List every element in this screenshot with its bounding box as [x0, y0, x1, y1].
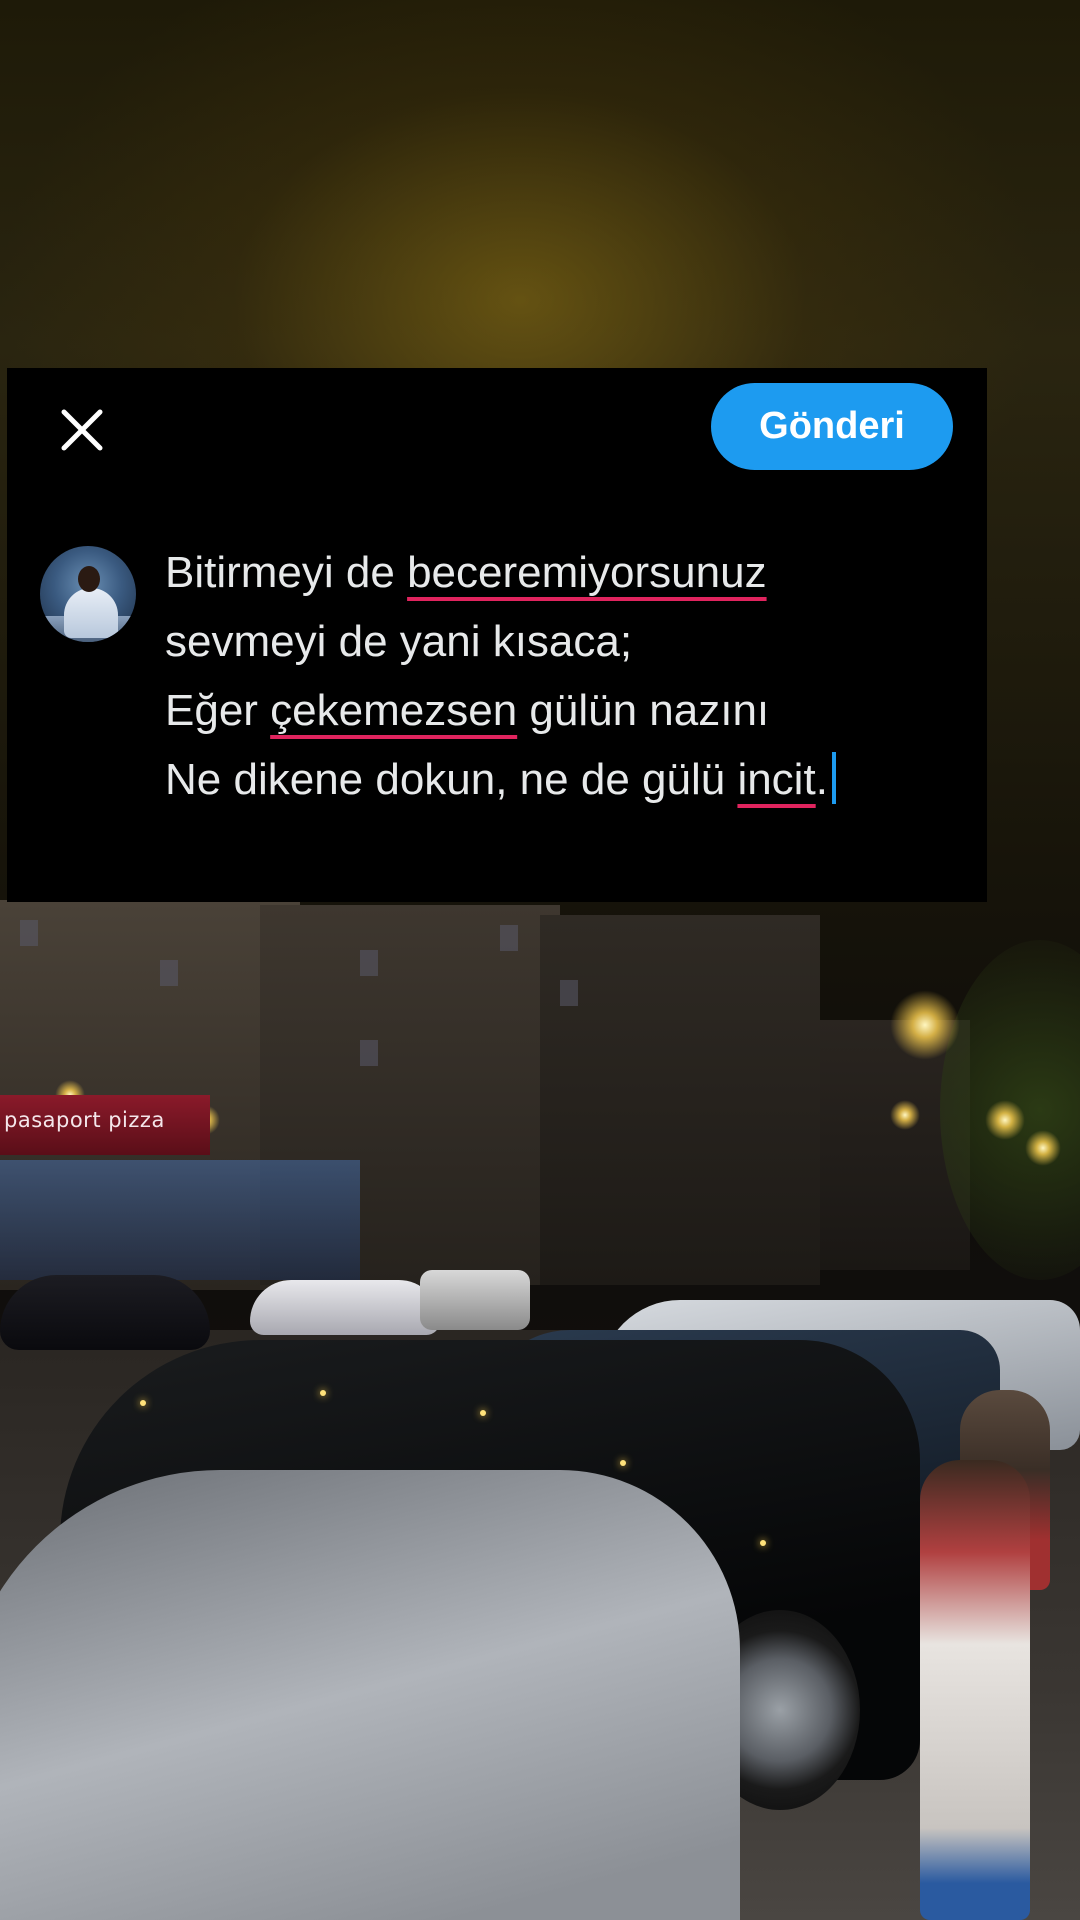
- close-button[interactable]: [52, 400, 112, 460]
- shop-sign-text: pasaport pizza: [4, 1108, 165, 1132]
- text-segment: Ne dikene dokun, ne de gülü: [165, 755, 738, 804]
- text-line: Bitirmeyi de beceremiyorsunuz: [165, 538, 965, 607]
- misspelled-word: incit: [737, 755, 816, 804]
- street-light: [890, 990, 960, 1060]
- text-segment: gülün nazını: [517, 686, 770, 735]
- misspelled-word: beceremiyorsunuz: [407, 548, 767, 597]
- text-line: sevmeyi de yani kısaca;: [165, 607, 965, 676]
- text-line: Ne dikene dokun, ne de gülü incit.: [165, 745, 965, 814]
- text-segment: Eğer: [165, 686, 271, 735]
- street-light: [1025, 1130, 1061, 1166]
- close-icon: [61, 409, 103, 451]
- street-light: [985, 1100, 1025, 1140]
- avatar[interactable]: [40, 546, 136, 642]
- text-segment: .: [815, 755, 828, 804]
- compose-text-area[interactable]: Bitirmeyi de beceremiyorsunuz sevmeyi de …: [165, 538, 965, 814]
- car: [420, 1270, 530, 1330]
- text-caret: [831, 752, 836, 804]
- car: [250, 1280, 440, 1335]
- building: [540, 915, 820, 1285]
- window: [360, 1040, 378, 1066]
- window: [160, 960, 178, 986]
- text-segment: Bitirmeyi de: [165, 548, 408, 597]
- car: [0, 1470, 740, 1920]
- window: [500, 925, 518, 951]
- background-photo: pasaport pizza: [0, 0, 1080, 1920]
- post-button[interactable]: Gönderi: [711, 383, 953, 470]
- window: [560, 980, 578, 1006]
- text-line: Eğer çekemezsen gülün nazını: [165, 676, 965, 745]
- text-segment: sevmeyi de yani kısaca;: [165, 617, 633, 666]
- shop-window: [0, 1160, 360, 1280]
- car: [0, 1275, 210, 1350]
- street-light: [890, 1100, 920, 1130]
- misspelled-word: çekemezsen: [270, 686, 518, 735]
- window: [20, 920, 38, 946]
- window: [360, 950, 378, 976]
- person: [920, 1460, 1030, 1920]
